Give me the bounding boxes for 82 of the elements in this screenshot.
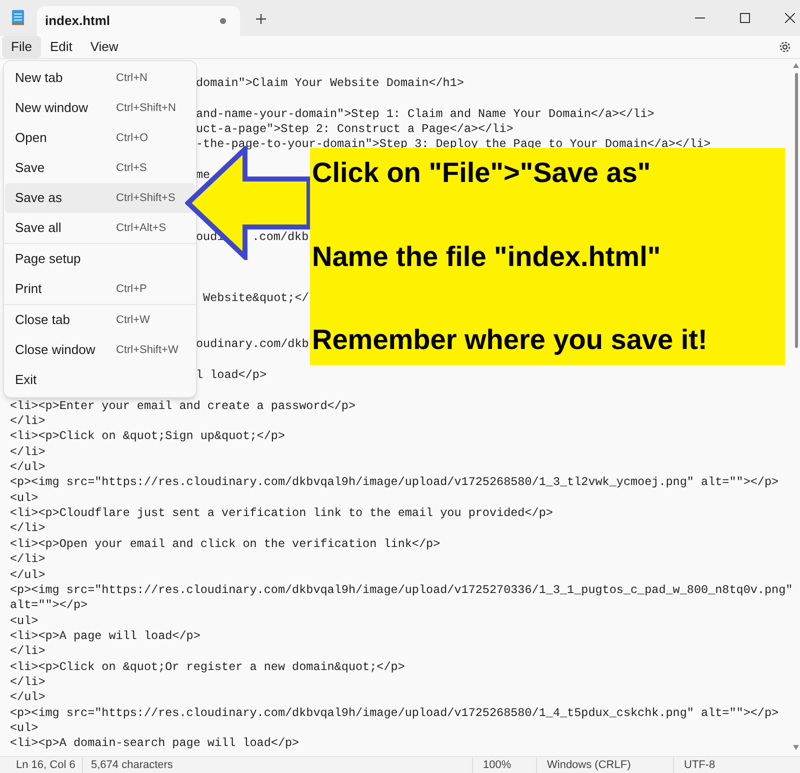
callout-text: Remember where you save it! — [312, 323, 708, 357]
shortcut-label: Ctrl+W — [116, 312, 150, 328]
close-icon[interactable] — [785, 13, 795, 23]
menu-item[interactable]: Close tab Ctrl+W — [5, 305, 195, 335]
menu-item-label: New window — [14, 99, 89, 118]
menu-item-label: Page setup — [14, 250, 82, 268]
menu-bar-item[interactable]: Edit — [40, 36, 82, 58]
menu-bar-item[interactable]: View — [81, 36, 128, 58]
status-text: Windows (CRLF) — [536, 757, 673, 773]
code-line: oudinary.com/dkb — [196, 337, 309, 352]
code-line: </ul> — [10, 460, 46, 476]
menu-item[interactable]: New window Ctrl+Shift+N — [5, 93, 195, 123]
code-line: Website&quot;</ — [202, 291, 309, 306]
code-line: alt=""></p> — [10, 598, 88, 614]
settings-icon[interactable] — [778, 40, 792, 54]
scroll-up-icon[interactable] — [793, 63, 799, 68]
code-line: <li><p>Cloudflare just sent a verification link to the email you provided</p> — [10, 506, 553, 522]
status-text: UTF-8 — [673, 757, 716, 773]
menu-item-label: New tab — [14, 69, 64, 88]
status-text: Ln 16, Col 6 — [15, 758, 76, 773]
maximize-icon[interactable] — [740, 13, 750, 23]
shortcut-label: Ctrl+Alt+S — [116, 220, 166, 236]
code-line: </ul> — [10, 568, 46, 583]
code-line: </li> — [10, 644, 46, 660]
scrollbar[interactable] — [795, 73, 798, 348]
status-text: 5,674 characters — [82, 757, 472, 773]
code-line: <ul> — [10, 721, 38, 736]
status-text: 100% — [472, 757, 536, 773]
menu-item[interactable]: Exit — [5, 365, 195, 395]
shortcut-label: Ctrl+N — [116, 70, 148, 86]
menu-bar-item[interactable]: File — [2, 36, 41, 58]
menu-item-label: Open — [14, 129, 48, 148]
shortcut-label: Ctrl+P — [116, 282, 147, 297]
scroll-down-icon[interactable] — [793, 745, 799, 750]
code-line: <li><p>Click on &quot;Sign up&quot;</p> — [10, 429, 285, 445]
menu-item-label: Exit — [14, 371, 38, 390]
code-line: l load</p> — [196, 368, 267, 384]
menu-item[interactable]: New tab Ctrl+N — [5, 63, 195, 93]
code-line: <ul> — [10, 614, 38, 629]
code-line: <p><img src="https://res.cloudinary.com/dkbvqal9h/image/upload/v1725270336/1_3_1_pugtos_c_pad_w_800_n8tq0v.png" — [10, 582, 793, 598]
menu-item-label: Print — [14, 280, 43, 298]
code-line: and-name-your-domain">Step 1: Claim and Name Your Domain</a></li> — [196, 106, 654, 122]
code-line: uct-a-page">Step 2: Construct a Page</a></li> — [196, 122, 514, 138]
notepad-icon — [11, 9, 25, 26]
code-line: <li><p>Open your email and click on the verification link</p> — [10, 536, 440, 552]
menu-item[interactable]: Print Ctrl+P — [5, 274, 195, 304]
code-line: .com/dkb — [252, 230, 309, 245]
menu-item[interactable]: Close window Ctrl+Shift+W — [5, 335, 195, 365]
shortcut-label: Ctrl+S — [116, 160, 147, 176]
code-line: </li> — [10, 521, 46, 537]
shortcut-label: Ctrl+O — [116, 130, 148, 146]
menu-item-label: Save as — [14, 189, 63, 208]
document-tab[interactable]: index.html — [37, 6, 240, 36]
menu-item[interactable]: Save Ctrl+S — [5, 153, 195, 183]
shortcut-label: Ctrl+Shift+N — [116, 100, 176, 116]
code-line: <li><p>Enter your email and create a password</p> — [10, 398, 356, 414]
shortcut-label: Ctrl+Shift+S — [116, 190, 176, 206]
new-tab-icon[interactable] — [256, 14, 266, 24]
code-line: </ul> — [10, 690, 46, 706]
menu-item[interactable]: Page setup — [5, 244, 195, 274]
code-line: <li><p>Click on &quot;Or register a new domain&quot;</p> — [10, 660, 405, 676]
menu-item-label: Close tab — [14, 311, 71, 330]
callout-text: Click on "File">"Save as" — [312, 156, 652, 190]
menu-item[interactable]: Save all Ctrl+Alt+S — [5, 213, 195, 243]
menu-item[interactable]: Save as Ctrl+Shift+S — [5, 183, 195, 213]
menu-item-label: Close window — [14, 341, 96, 360]
menu-item[interactable]: Open Ctrl+O — [5, 123, 195, 153]
menu-item-label: Save all — [14, 219, 62, 238]
tab-title: index.html — [45, 12, 110, 30]
code-line: </li> — [10, 414, 46, 430]
code-line: <p><img src="https://res.cloudinary.com/dkbvqal9h/image/upload/v1725268580/1_4_t5pdux_cskchk.png" alt=""></p> — [10, 706, 779, 722]
code-line: <li><p>A domain-search page will load</p> — [10, 736, 300, 752]
code-line: </li> — [10, 552, 46, 568]
shortcut-label: Ctrl+Shift+W — [116, 342, 178, 358]
code-line: <ul> — [10, 490, 38, 506]
code-line: </li> — [10, 675, 46, 690]
menu-item-label: Save — [14, 159, 46, 178]
code-line: <li><p>A page will load</p> — [10, 628, 200, 644]
code-line: domain">Claim Your Website Domain</h1> — [196, 76, 464, 92]
code-line: <p><img src="https://res.cloudinary.com/dkbvqal9h/image/upload/v1725268580/1_3_tl2vwk_ycmoej.png" alt=""></p> — [10, 475, 779, 491]
code-line: </li> — [10, 444, 46, 460]
callout-text: Name the file "index.html" — [312, 240, 662, 274]
